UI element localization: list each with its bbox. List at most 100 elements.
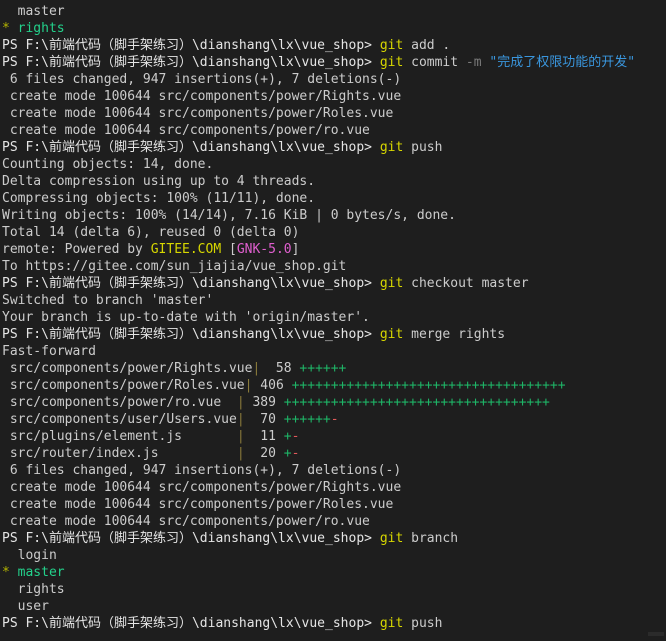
diffstat-count: 406 <box>252 378 292 393</box>
terminal-line: Total 14 (delta 6), reused 0 (delta 0) <box>0 224 666 241</box>
diffstat-insertions-bar: ++++++++++++++++++++++++++++++++++ <box>283 395 550 410</box>
diffstat-filename: src/router/index.js <box>2 446 237 461</box>
command-prompt-line: PS F:\前端代码（脚手架练习）\dianshang\lx\vue_shop>… <box>0 139 666 156</box>
branch-list-item: user <box>0 598 666 615</box>
output-text: Delta compression using up to 4 threads. <box>2 174 316 189</box>
branch-list-item: master <box>0 3 666 20</box>
command-arguments: checkout master <box>403 276 529 291</box>
command-keyword: git <box>379 531 404 546</box>
output-text: create mode 100644 src/components/power/… <box>2 480 402 495</box>
command-prompt-line: PS F:\前端代码（脚手架练习）\dianshang\lx\vue_shop>… <box>0 326 666 343</box>
command-keyword: git <box>379 55 404 70</box>
diffstat-insertions-bar: + <box>283 446 292 461</box>
output-text: create mode 100644 src/components/power/… <box>2 89 402 104</box>
terminal-line: Counting objects: 14, done. <box>0 156 666 173</box>
branch-list-item: rights <box>0 581 666 598</box>
remote-prefix: remote: Powered by <box>2 242 151 257</box>
prompt-path: PS F:\前端代码（脚手架练习）\dianshang\lx\vue_shop> <box>2 55 380 70</box>
current-branch-marker-icon: * <box>2 565 18 580</box>
branch-name: rights <box>17 21 65 36</box>
diffstat-insertions-bar: ++++++ <box>283 412 331 427</box>
command-keyword: git <box>379 616 404 631</box>
prompt-path: PS F:\前端代码（脚手架练习）\dianshang\lx\vue_shop> <box>2 327 380 342</box>
prompt-path: PS F:\前端代码（脚手架练习）\dianshang\lx\vue_shop> <box>2 140 380 155</box>
output-text: create mode 100644 src/components/power/… <box>2 514 370 529</box>
branch-indent <box>2 548 18 563</box>
diffstat-insertions-bar: ++++++ <box>299 361 347 376</box>
branch-list-item: login <box>0 547 666 564</box>
diffstat-count: 70 <box>244 412 284 427</box>
command-subcommand: commit <box>403 55 466 70</box>
branch-indent <box>2 599 18 614</box>
command-arguments: push <box>403 140 443 155</box>
output-text: Writing objects: 100% (14/14), 7.16 KiB … <box>2 208 456 223</box>
diffstat-separator-icon: | <box>236 412 245 427</box>
branch-indent <box>2 4 18 19</box>
diffstat-separator-icon: | <box>236 446 245 461</box>
command-keyword: git <box>379 327 404 342</box>
command-arguments: add . <box>403 38 451 53</box>
diffstat-filename: src/components/power/ro.vue <box>2 395 237 410</box>
diffstat-row: src/plugins/element.js | 11 +- <box>0 428 666 445</box>
output-text: 6 files changed, 947 insertions(+), 7 de… <box>2 72 402 87</box>
diffstat-row: src/components/user/Users.vue| 70 ++++++… <box>0 411 666 428</box>
terminal-line: Delta compression using up to 4 threads. <box>0 173 666 190</box>
diffstat-filename: src/components/power/Rights.vue <box>2 361 253 376</box>
diffstat-separator-icon: | <box>236 429 245 444</box>
prompt-path: PS F:\前端代码（脚手架练习）\dianshang\lx\vue_shop> <box>2 616 380 631</box>
terminal-line: create mode 100644 src/components/power/… <box>0 496 666 513</box>
terminal-line: 6 files changed, 947 insertions(+), 7 de… <box>0 462 666 479</box>
remote-vendor: GITEE.COM <box>150 242 222 257</box>
diffstat-count: 389 <box>244 395 284 410</box>
diffstat-filename: src/components/user/Users.vue <box>2 412 237 427</box>
output-text: To https://gitee.com/sun_jiajia/vue_shop… <box>2 259 347 274</box>
output-text: Counting objects: 14, done. <box>2 157 214 172</box>
terminal-line: Your branch is up-to-date with 'origin/m… <box>0 309 666 326</box>
terminal-line: Compressing objects: 100% (11/11), done. <box>0 190 666 207</box>
terminal-line: create mode 100644 src/components/power/… <box>0 122 666 139</box>
command-arguments: branch <box>403 531 459 546</box>
diffstat-deletions-bar: - <box>291 429 300 444</box>
terminal-line: create mode 100644 src/components/power/… <box>0 88 666 105</box>
output-text: Compressing objects: 100% (11/11), done. <box>2 191 316 206</box>
terminal-line: create mode 100644 src/components/power/… <box>0 105 666 122</box>
terminal-line: create mode 100644 src/components/power/… <box>0 479 666 496</box>
diffstat-insertions-bar: + <box>283 429 292 444</box>
prompt-path: PS F:\前端代码（脚手架练习）\dianshang\lx\vue_shop> <box>2 531 380 546</box>
terminal-line: Writing objects: 100% (14/14), 7.16 KiB … <box>0 207 666 224</box>
diffstat-count: 11 <box>244 429 284 444</box>
current-branch-marker-icon: * <box>2 21 18 36</box>
branch-list-item: * master <box>0 564 666 581</box>
diffstat-row: src/router/index.js | 20 +- <box>0 445 666 462</box>
output-text: create mode 100644 src/components/power/… <box>2 123 370 138</box>
diffstat-row: src/components/power/ro.vue | 389 ++++++… <box>0 394 666 411</box>
terminal-line: 6 files changed, 947 insertions(+), 7 de… <box>0 71 666 88</box>
diffstat-insertions-bar: +++++++++++++++++++++++++++++++++++ <box>291 378 566 393</box>
diffstat-row: src/components/power/Roles.vue| 406 ++++… <box>0 377 666 394</box>
command-keyword: git <box>379 140 404 155</box>
command-prompt-line: PS F:\前端代码（脚手架练习）\dianshang\lx\vue_shop>… <box>0 275 666 292</box>
branch-name: user <box>17 599 49 614</box>
output-text: Total 14 (delta 6), reused 0 (delta 0) <box>2 225 300 240</box>
output-text: 6 files changed, 947 insertions(+), 7 de… <box>2 463 402 478</box>
terminal-output[interactable]: master * rights PS F:\前端代码（脚手架练习）\dianshan… <box>0 0 666 641</box>
bracket-close: ] <box>291 242 300 257</box>
command-keyword: git <box>379 38 404 53</box>
scrollbar-artifact <box>648 632 664 636</box>
command-arguments: merge rights <box>403 327 506 342</box>
branch-name: master <box>17 4 65 19</box>
output-text: Fast-forward <box>2 344 96 359</box>
diffstat-count: 58 <box>260 361 300 376</box>
remote-banner-line: remote: Powered by GITEE.COM [GNK-5.0] <box>0 241 666 258</box>
terminal-line: create mode 100644 src/components/power/… <box>0 513 666 530</box>
diffstat-filename: src/plugins/element.js <box>2 429 237 444</box>
prompt-path: PS F:\前端代码（脚手架练习）\dianshang\lx\vue_shop> <box>2 276 380 291</box>
remote-version-tag: GNK-5.0 <box>236 242 292 257</box>
prompt-path: PS F:\前端代码（脚手架练习）\dianshang\lx\vue_shop> <box>2 38 380 53</box>
command-flag: -m <box>465 55 482 70</box>
command-prompt-line: PS F:\前端代码（脚手架练习）\dianshang\lx\vue_shop>… <box>0 530 666 547</box>
branch-name: login <box>17 548 57 563</box>
diffstat-deletions-bar: - <box>291 446 300 461</box>
diffstat-separator-icon: | <box>236 395 245 410</box>
diffstat-row: src/components/power/Rights.vue| 58 ++++… <box>0 360 666 377</box>
